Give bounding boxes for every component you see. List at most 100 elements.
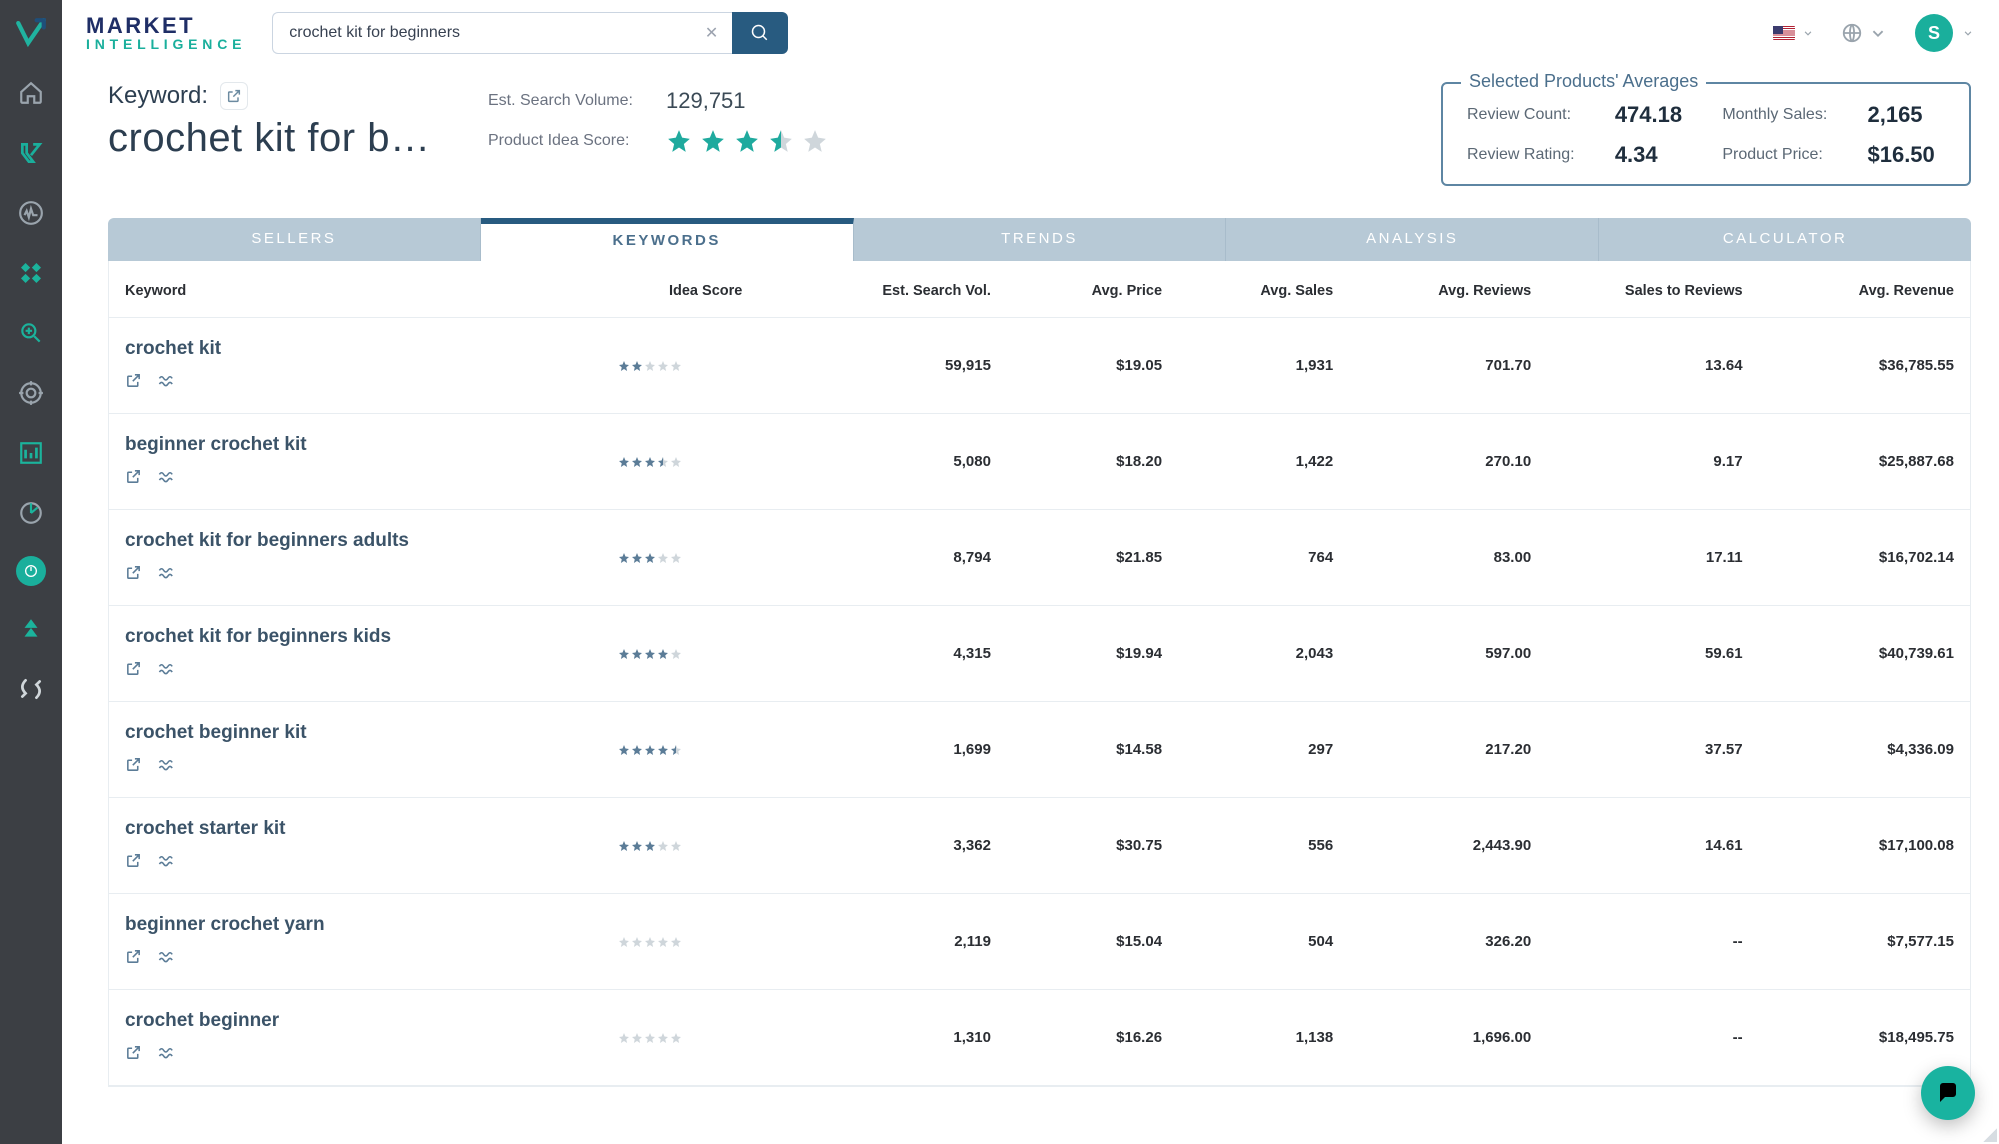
cell-price: $16.26 xyxy=(1001,1029,1162,1046)
col-avg-sales[interactable]: Avg. Sales xyxy=(1172,283,1333,299)
tab-analysis[interactable]: ANALYSIS xyxy=(1226,218,1599,261)
open-external-icon[interactable] xyxy=(125,372,142,393)
avatar-initial: S xyxy=(1928,23,1940,44)
chevron-down-icon xyxy=(1801,26,1815,40)
us-flag-icon xyxy=(1773,26,1795,40)
est-search-label: Est. Search Volume: xyxy=(488,92,648,110)
nav-zoom-icon[interactable] xyxy=(14,316,48,350)
summary-header: Keyword: crochet kit for begin… Est. Sea… xyxy=(62,64,1999,196)
trend-icon[interactable] xyxy=(158,756,175,777)
open-external-icon[interactable] xyxy=(125,852,142,873)
cell-revenue: $7,577.15 xyxy=(1753,933,1954,950)
col-keyword[interactable]: Keyword xyxy=(125,283,608,299)
col-est-search-vol-[interactable]: Est. Search Vol. xyxy=(803,283,991,299)
cell-sales-to-reviews: 14.61 xyxy=(1541,837,1742,854)
trend-icon[interactable] xyxy=(158,1044,175,1065)
keyword-text: crochet kit for beginners kids xyxy=(125,626,608,648)
tab-calculator[interactable]: CALCULATOR xyxy=(1599,218,1971,261)
col-sales-to-reviews[interactable]: Sales to Reviews xyxy=(1541,283,1742,299)
cell-sales-to-reviews: 37.57 xyxy=(1541,741,1742,758)
tab-trends[interactable]: TRENDS xyxy=(854,218,1227,261)
table-row: beginner crochet kit 5,080 $18.20 1,422 … xyxy=(109,414,1970,510)
col-idea-score[interactable]: Idea Score xyxy=(618,283,793,299)
brand-line1: MARKET xyxy=(86,15,195,37)
open-external-icon[interactable] xyxy=(125,564,142,585)
chat-fab-button[interactable] xyxy=(1921,1066,1975,1120)
cell-sales-to-reviews: 17.11 xyxy=(1541,549,1742,566)
keyword-text: beginner crochet yarn xyxy=(125,914,608,936)
est-search-value: 129,751 xyxy=(666,88,746,114)
cell-volume: 1,310 xyxy=(803,1029,991,1046)
keyword-label-text: Keyword: xyxy=(108,82,208,110)
cell-price: $19.94 xyxy=(1001,645,1162,662)
search-wrapper: ✕ xyxy=(272,12,788,54)
trend-icon[interactable] xyxy=(158,948,175,969)
cell-reviews: 217.20 xyxy=(1343,741,1531,758)
tab-sellers[interactable]: SELLERS xyxy=(108,218,481,261)
brand-logo: MARKET INTELLIGENCE xyxy=(86,15,246,51)
keyword-text: crochet kit xyxy=(125,338,608,360)
table-row: crochet starter kit 3,362 $30.75 556 2,4… xyxy=(109,798,1970,894)
nav-gauge-icon[interactable] xyxy=(16,556,46,586)
table-row: crochet beginner 1,310 $16.26 1,138 1,69… xyxy=(109,990,1970,1086)
search-input-container[interactable]: ✕ xyxy=(272,12,732,54)
nav-keyword-icon[interactable] xyxy=(14,136,48,170)
region-select[interactable] xyxy=(1841,22,1889,44)
cell-reviews: 597.00 xyxy=(1343,645,1531,662)
cell-revenue: $25,887.68 xyxy=(1753,453,1954,470)
sidebar xyxy=(0,0,62,1144)
cell-sales-to-reviews: 13.64 xyxy=(1541,357,1742,374)
avg-review-count-value: 474.18 xyxy=(1615,102,1693,128)
search-input[interactable] xyxy=(287,23,705,43)
avg-monthly-sales-label: Monthly Sales: xyxy=(1722,106,1837,124)
cell-reviews: 270.10 xyxy=(1343,453,1531,470)
tab-keywords[interactable]: KEYWORDS xyxy=(481,218,854,261)
search-icon xyxy=(751,24,769,42)
open-external-icon[interactable] xyxy=(125,468,142,489)
open-external-icon[interactable] xyxy=(125,948,142,969)
nav-grid-icon[interactable] xyxy=(14,256,48,290)
user-menu[interactable]: S xyxy=(1915,14,1975,52)
nav-tree-icon[interactable] xyxy=(14,612,48,646)
cell-sales: 297 xyxy=(1172,741,1333,758)
chevron-down-icon xyxy=(1961,26,1975,40)
open-external-icon[interactable] xyxy=(125,660,142,681)
trend-icon[interactable] xyxy=(158,564,175,585)
nav-swap-icon[interactable] xyxy=(14,672,48,706)
nav-bar-chart-icon[interactable] xyxy=(14,436,48,470)
nav-pulse-icon[interactable] xyxy=(14,196,48,230)
col-avg-reviews[interactable]: Avg. Reviews xyxy=(1343,283,1531,299)
nav-home-icon[interactable] xyxy=(14,76,48,110)
trend-icon[interactable] xyxy=(158,468,175,489)
cell-price: $14.58 xyxy=(1001,741,1162,758)
cell-price: $30.75 xyxy=(1001,837,1162,854)
trend-icon[interactable] xyxy=(158,372,175,393)
cell-sales: 764 xyxy=(1172,549,1333,566)
col-avg-revenue[interactable]: Avg. Revenue xyxy=(1753,283,1954,299)
open-external-icon[interactable] xyxy=(125,756,142,777)
keyword-text: crochet starter kit xyxy=(125,818,608,840)
averages-legend: Selected Products' Averages xyxy=(1461,71,1706,92)
cell-volume: 5,080 xyxy=(803,453,991,470)
open-external-icon[interactable] xyxy=(125,1044,142,1065)
cell-price: $15.04 xyxy=(1001,933,1162,950)
keyword-label: Keyword: xyxy=(108,82,448,110)
table-row: crochet kit for beginners adults 8,794 $… xyxy=(109,510,1970,606)
cell-reviews: 701.70 xyxy=(1343,357,1531,374)
search-button[interactable] xyxy=(732,12,788,54)
avg-monthly-sales-value: 2,165 xyxy=(1867,102,1945,128)
cell-sales: 1,138 xyxy=(1172,1029,1333,1046)
nav-radar-icon[interactable] xyxy=(14,496,48,530)
open-keyword-external-button[interactable] xyxy=(220,82,248,110)
trend-icon[interactable] xyxy=(158,852,175,873)
clear-search-icon[interactable]: ✕ xyxy=(705,23,718,43)
idea-score-stars xyxy=(618,744,793,756)
marketplace-flag-select[interactable] xyxy=(1773,26,1815,40)
trend-icon[interactable] xyxy=(158,660,175,681)
cell-volume: 4,315 xyxy=(803,645,991,662)
cell-revenue: $4,336.09 xyxy=(1753,741,1954,758)
col-avg-price[interactable]: Avg. Price xyxy=(1001,283,1162,299)
nav-target-icon[interactable] xyxy=(14,376,48,410)
cell-revenue: $18,495.75 xyxy=(1753,1029,1954,1046)
tab-bar: SELLERSKEYWORDSTRENDSANALYSISCALCULATOR xyxy=(108,218,1971,261)
